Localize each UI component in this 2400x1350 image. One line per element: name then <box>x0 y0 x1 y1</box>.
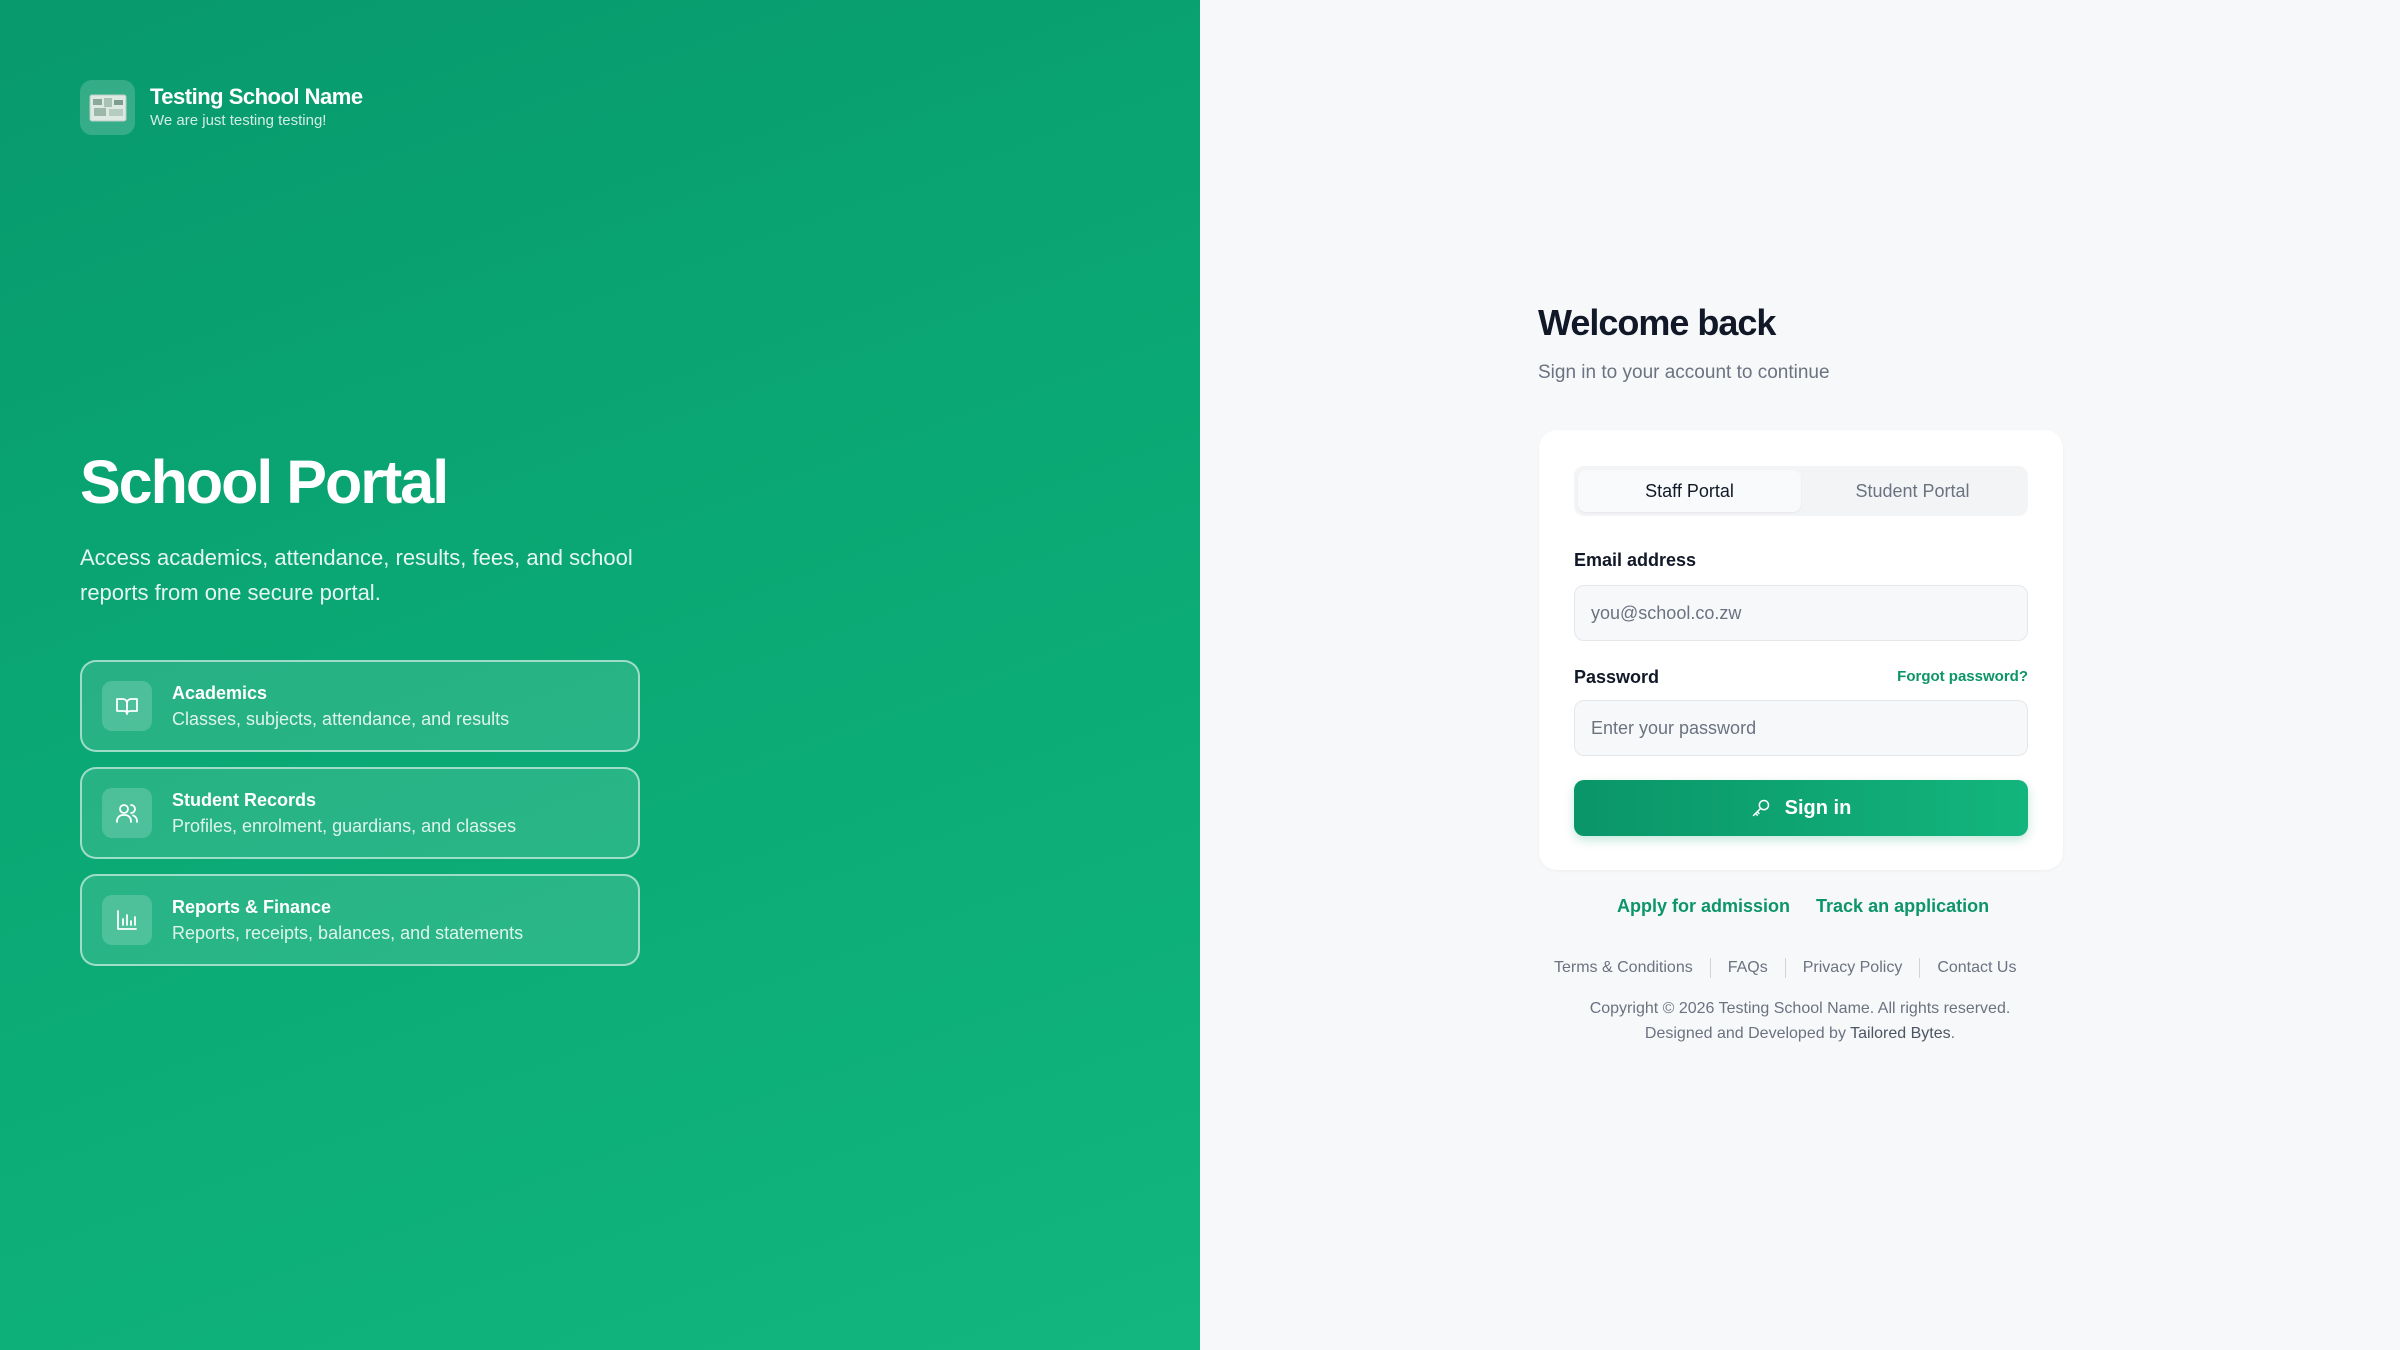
welcome-subtitle: Sign in to your account to continue <box>1538 362 1830 383</box>
feature-card-student-records: Student Records Profiles, enrolment, gua… <box>80 767 640 859</box>
sign-in-button[interactable]: Sign in <box>1574 780 2028 836</box>
copyright-text: Copyright © 2026 Testing School Name. Al… <box>1589 1000 2011 1017</box>
feature-card-reports-finance: Reports & Finance Reports, receipts, bal… <box>80 874 640 966</box>
footer-divider <box>1709 958 1711 978</box>
login-card: Staff Portal Student Portal Email addres… <box>1539 430 2063 870</box>
credit-prefix: Designed and Developed by <box>1644 1025 1846 1042</box>
feature-title: Academics <box>172 683 268 703</box>
brand: Testing School Name We are just testing … <box>80 80 363 135</box>
key-icon <box>1752 799 1769 817</box>
school-name: Testing School Name <box>150 83 363 109</box>
email-label: Email address <box>1574 550 1697 570</box>
welcome-title: Welcome back <box>1538 302 1776 343</box>
footer-divider <box>1919 958 1921 978</box>
developer-link[interactable]: Tailored Bytes <box>1850 1025 1951 1042</box>
feature-subtitle: Profiles, enrolment, guardians, and clas… <box>172 816 517 836</box>
apply-for-admission-link[interactable]: Apply for admission <box>1617 896 1790 917</box>
tab-student-portal[interactable]: Student Portal <box>1801 470 2024 512</box>
credit-line: Designed and Developed by Tailored Bytes… <box>1538 1021 2062 1046</box>
feature-subtitle: Classes, subjects, attendance, and resul… <box>172 709 510 729</box>
school-crest-icon <box>89 94 126 121</box>
users-icon <box>102 788 152 838</box>
portal-description: Access academics, attendance, results, f… <box>80 545 633 605</box>
faqs-link[interactable]: FAQs <box>1728 959 1768 977</box>
bar-chart-icon <box>102 895 152 945</box>
forgot-password-link[interactable]: Forgot password? <box>1897 668 2028 685</box>
password-field[interactable] <box>1574 700 2028 756</box>
track-application-link[interactable]: Track an application <box>1816 896 1989 917</box>
portal-tabs: Staff Portal Student Portal <box>1574 466 2028 516</box>
tab-staff-portal[interactable]: Staff Portal <box>1578 470 1801 512</box>
privacy-policy-link[interactable]: Privacy Policy <box>1803 959 1903 977</box>
feature-title: Reports & Finance <box>172 897 332 917</box>
email-field[interactable] <box>1574 585 2028 641</box>
terms-link[interactable]: Terms & Conditions <box>1554 959 1693 977</box>
school-tagline: We are just testing testing! <box>150 111 327 129</box>
sign-in-label: Sign in <box>1784 796 1852 819</box>
feature-title: Student Records <box>172 790 317 810</box>
portal-title: School Portal <box>80 448 449 516</box>
contact-us-link[interactable]: Contact Us <box>1937 959 2016 977</box>
login-panel: Welcome back Sign in to your account to … <box>1200 0 2400 1350</box>
school-logo <box>80 80 135 135</box>
feature-subtitle: Reports, receipts, balances, and stateme… <box>172 923 524 943</box>
hero-panel: Testing School Name We are just testing … <box>0 0 1200 1350</box>
password-label: Password <box>1574 667 1660 687</box>
copyright: Copyright © 2026 Testing School Name. Al… <box>1538 996 2062 1046</box>
book-icon <box>102 681 152 731</box>
footer-links: Terms & Conditions FAQs Privacy Policy C… <box>1554 958 2016 978</box>
credit-suffix: . <box>1950 1025 1956 1042</box>
feature-card-academics: Academics Classes, subjects, attendance,… <box>80 660 640 752</box>
secondary-links: Apply for admission Track an application <box>1617 896 1989 917</box>
footer-divider <box>1784 958 1786 978</box>
